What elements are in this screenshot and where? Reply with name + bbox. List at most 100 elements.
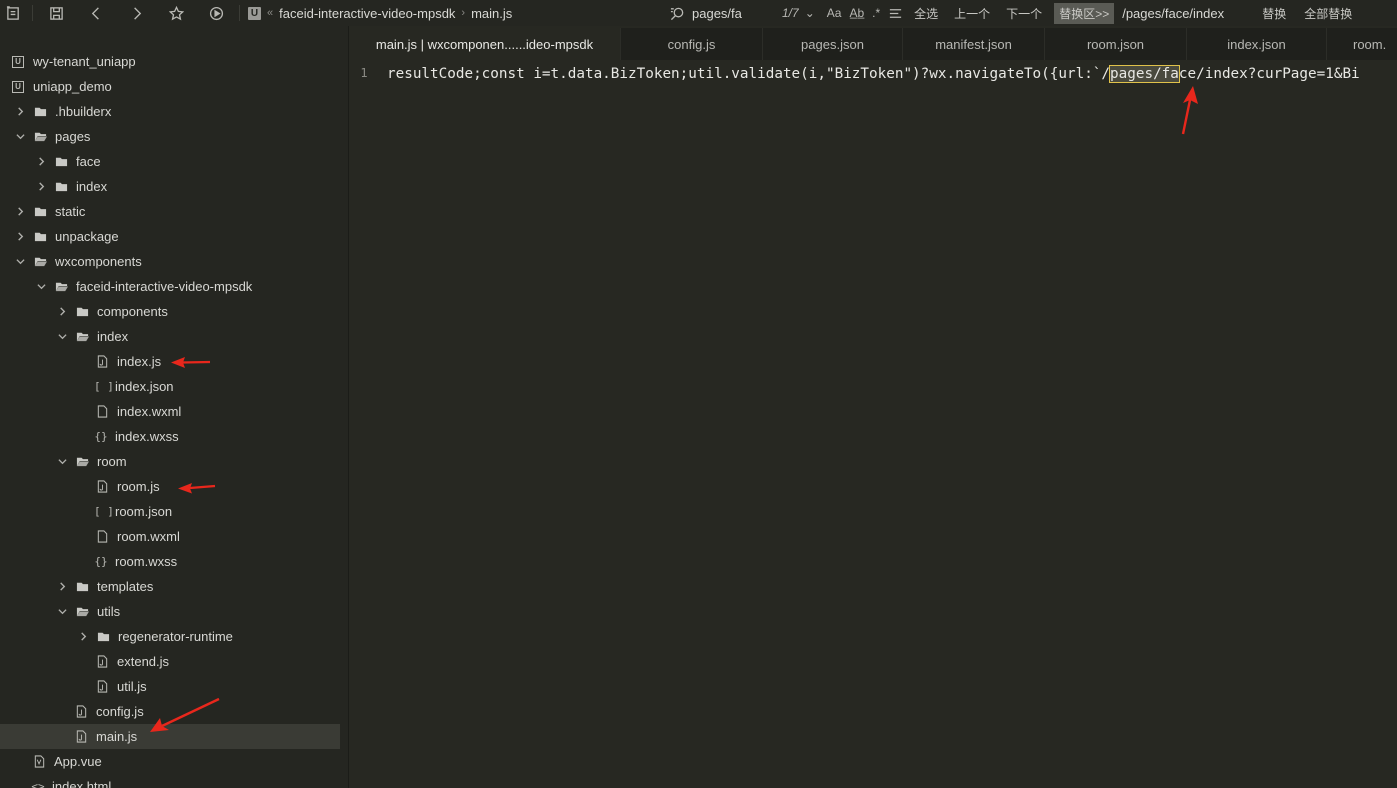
tree-item-unpackage[interactable]: unpackage [0,224,340,249]
run-icon[interactable] [203,0,229,26]
tree-item-sdk-index[interactable]: index [0,324,340,349]
tree-item-room-json[interactable]: [ ] room.json [0,499,340,524]
tree-item-label: room.wxss [115,554,178,569]
replace-all-button[interactable]: 全部替换 [1304,5,1352,22]
back-icon[interactable] [83,0,109,26]
tree-item-label: index [97,329,129,344]
folder-icon [55,180,68,193]
tree-item-label: uniapp_demo [33,79,112,94]
top-toolbar: U « faceid-interactive-video-mpsdk › mai… [0,0,1397,26]
code-text: resultCode;const i=t.data.BizToken;util.… [387,66,1111,82]
line-number: 1 [360,66,368,80]
tree-item-app-vue[interactable]: App.vue [0,749,340,774]
json-file-icon: [ ] [94,380,114,393]
save-icon[interactable] [43,0,69,26]
tree-item-label: index.json [115,379,174,394]
tree-item-face[interactable]: face [0,149,340,174]
chevron-down-icon[interactable] [15,132,25,142]
next-match-button[interactable]: 下一个 [1006,5,1042,22]
regex-toggle-icon[interactable]: .* [872,6,880,20]
folder-icon [76,580,89,593]
tree-item-regenerator-runtime[interactable]: regenerator-runtime [0,624,340,649]
tree-item-label: index.js [117,354,162,369]
folder-icon [76,305,89,318]
tree-item-label: main.js [96,729,138,744]
tree-item-utils[interactable]: utils [0,599,340,624]
tree-item-faceid-sdk[interactable]: faceid-interactive-video-mpsdk [0,274,340,299]
tab-manifest-json[interactable]: manifest.json [903,28,1045,60]
whole-word-toggle[interactable]: A̲b̲ [849,6,864,20]
tree-item-uniapp-demo[interactable]: U uniapp_demo [0,74,340,99]
chevron-right-icon[interactable] [57,582,67,592]
chevron-down-icon[interactable]: ⌄ [805,6,815,20]
annotation-arrow [178,483,216,494]
tree-item-index-wxml[interactable]: index.wxml [0,399,340,424]
tree-item-pages-index[interactable]: index [0,174,340,199]
tree-item-index-json[interactable]: [ ] index.json [0,374,340,399]
tree-item-static[interactable]: static [0,199,340,224]
tree-item-hbuilderx[interactable]: .hbuilderx [0,99,340,124]
tree-item-room-wxml[interactable]: room.wxml [0,524,340,549]
chevron-right-icon[interactable] [57,307,67,317]
chevron-right-icon[interactable] [15,232,25,242]
css-file-icon: {} [94,555,108,568]
previous-match-button[interactable]: 上一个 [954,5,990,22]
replace-area-toggle[interactable]: 替换区>> [1054,2,1115,24]
select-all-button[interactable]: 全选 [914,5,938,22]
replace-input[interactable]: /pages/face/index [1122,6,1250,21]
tree-item-components[interactable]: components [0,299,340,324]
code-line[interactable]: resultCode;const i=t.data.BizToken;util.… [387,65,1360,83]
tree-item-label: App.vue [54,754,102,769]
js-file-icon [75,705,88,718]
tree-item-pages[interactable]: pages [0,124,340,149]
breadcrumb-folder[interactable]: faceid-interactive-video-mpsdk [279,6,455,21]
forward-icon[interactable] [123,0,149,26]
chevron-down-icon[interactable] [57,332,67,342]
chevron-right-icon[interactable] [15,107,25,117]
folder-icon [97,630,110,643]
tree-item-label: index.html [52,779,112,788]
file-icon [96,405,109,418]
code-editor[interactable]: 1 resultCode;const i=t.data.BizToken;uti… [349,60,1397,788]
tab-room-overflow[interactable]: room. [1327,28,1397,60]
find-input[interactable]: pages/fa [692,6,772,21]
tree-item-label: utils [97,604,121,619]
chevron-down-icon[interactable] [15,257,25,267]
chevron-down-icon[interactable] [36,282,46,292]
tree-item-label: index.wxml [117,404,182,419]
chevron-right-icon[interactable] [36,157,46,167]
tab-room-json[interactable]: room.json [1045,28,1187,60]
tree-item-label: pages [55,129,91,144]
tree-item-index-wxss[interactable]: {} index.wxss [0,424,340,449]
chevron-right-icon[interactable] [78,632,88,642]
chevron-right-icon[interactable] [36,182,46,192]
sidebar-resize-gutter[interactable] [340,26,348,788]
js-file-icon [96,655,109,668]
code-text: ce/index?curPage=1&Bi [1178,66,1360,82]
tree-item-label: wxcomponents [55,254,142,269]
chevron-right-icon[interactable] [15,207,25,217]
tree-item-room-wxss[interactable]: {} room.wxss [0,549,340,574]
star-icon[interactable] [163,0,189,26]
tree-item-room[interactable]: room [0,449,340,474]
breadcrumb-file[interactable]: main.js [471,6,512,21]
tab-main-js[interactable]: main.js | wxcomponen......ideo-mpsdk [349,28,621,60]
tree-item-extend-js[interactable]: extend.js [0,649,340,674]
tree-item-templates[interactable]: templates [0,574,340,599]
tree-item-label: room [97,454,127,469]
tab-index-json[interactable]: index.json [1187,28,1327,60]
tree-item-wxcomponents[interactable]: wxcomponents [0,249,340,274]
chevron-down-icon[interactable] [57,457,67,467]
new-file-icon[interactable] [0,0,26,26]
tab-pages-json[interactable]: pages.json [763,28,903,60]
tree-item-label: util.js [117,679,147,694]
tab-config-js[interactable]: config.js [621,28,763,60]
match-case-toggle[interactable]: Aa [827,6,842,20]
tree-item-wy-tenant-uniapp[interactable]: U wy-tenant_uniapp [0,49,340,74]
tree-item-label: wy-tenant_uniapp [33,54,136,69]
replace-button[interactable]: 替换 [1262,5,1286,22]
tree-item-room-js[interactable]: room.js [0,474,340,499]
chevron-down-icon[interactable] [57,607,67,617]
wrap-lines-icon[interactable] [886,0,904,26]
tree-item-index-html[interactable]: <> index.html [0,774,340,788]
